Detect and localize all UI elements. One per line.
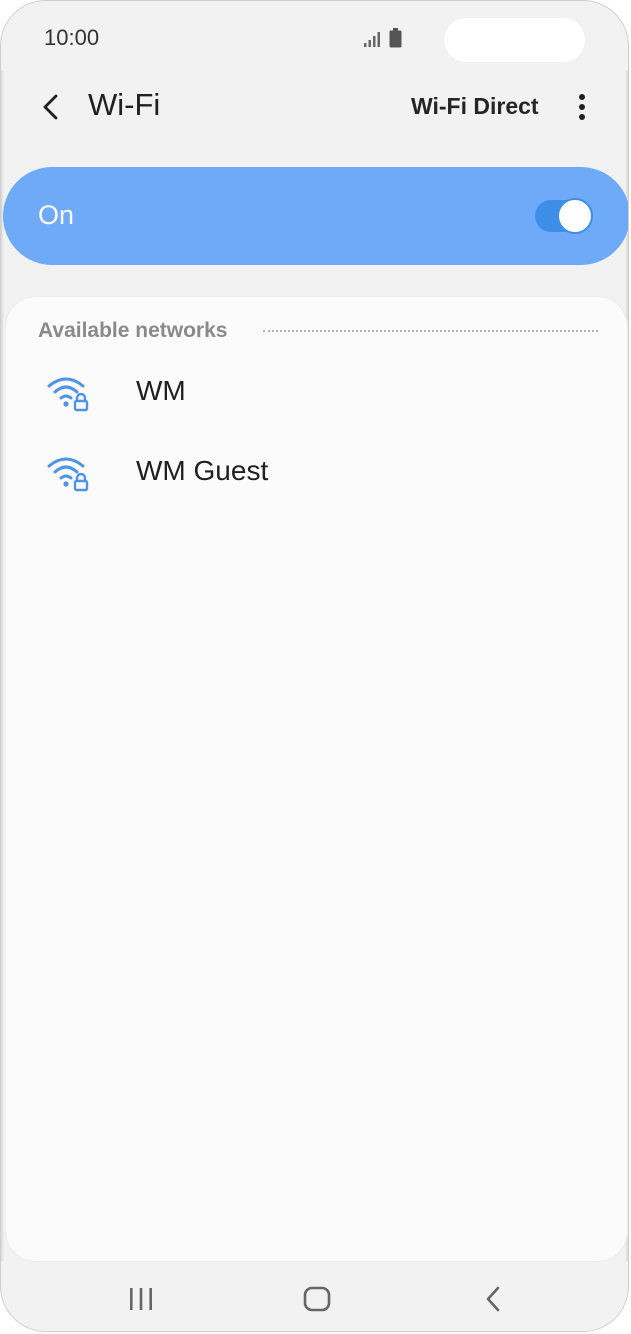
section-header-available-networks: Available networks: [38, 319, 228, 342]
camera-cutout: [444, 18, 585, 62]
network-item-wm-guest[interactable]: WM Guest: [6, 435, 627, 515]
navigation-bar: [1, 1263, 628, 1331]
back-arrow-icon: [43, 94, 58, 120]
app-header: Wi-Fi Wi-Fi Direct: [1, 79, 628, 139]
more-options-button[interactable]: [567, 89, 597, 125]
phone-frame: 10:00 Wi-Fi Wi-Fi Direct On Available ne…: [0, 0, 629, 1332]
wifi-secured-icon: [47, 377, 89, 412]
section-divider: [263, 330, 598, 332]
home-icon: [303, 1286, 331, 1312]
more-options-icon: [579, 94, 585, 120]
home-button[interactable]: [297, 1281, 337, 1317]
recent-apps-icon: [130, 1288, 152, 1310]
network-name: WM: [136, 375, 186, 406]
status-bar: 10:00: [1, 1, 628, 79]
wifi-master-toggle[interactable]: On: [3, 167, 628, 265]
page-title: Wi-Fi: [88, 87, 161, 122]
network-name: WM Guest: [136, 455, 269, 486]
nav-back-button[interactable]: [473, 1281, 513, 1317]
wifi-switch[interactable]: [535, 198, 593, 234]
screen-edge-left: [1, 71, 4, 1261]
toggle-label: On: [38, 200, 75, 230]
switch-knob: [557, 198, 593, 234]
wifi-secured-icon: [47, 457, 89, 492]
recent-apps-button[interactable]: [121, 1281, 161, 1317]
signal-icon: [364, 32, 380, 47]
networks-card: Available networks WM WM Guest: [6, 297, 627, 1261]
wifi-direct-button[interactable]: Wi-Fi Direct: [411, 93, 539, 120]
network-item-wm[interactable]: WM: [6, 355, 627, 435]
battery-icon: [389, 28, 402, 48]
status-time: 10:00: [44, 25, 100, 50]
back-icon: [486, 1286, 500, 1312]
back-button[interactable]: [33, 87, 67, 127]
